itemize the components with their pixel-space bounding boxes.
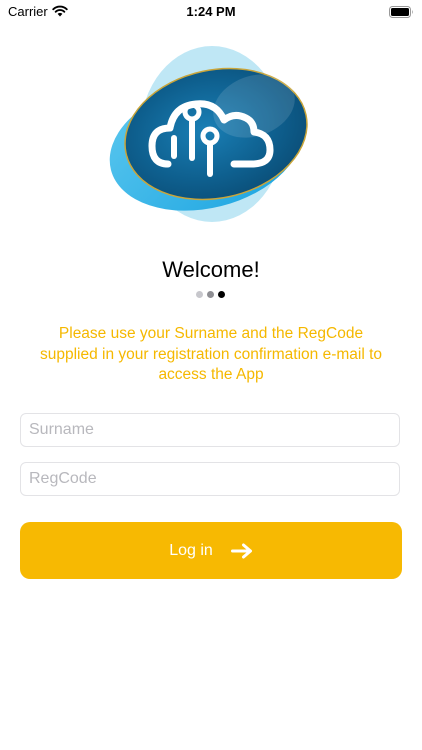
welcome-title: Welcome!	[162, 257, 260, 282]
login-button[interactable]: Log in	[20, 522, 402, 579]
page-dot-3-active[interactable]	[218, 291, 225, 298]
login-button-label: Log in	[169, 541, 213, 559]
cloud-circuit-icon	[109, 46, 308, 222]
regcode-input[interactable]	[20, 462, 400, 496]
app-logo	[104, 46, 314, 226]
page-dot-2[interactable]	[207, 291, 214, 298]
login-instructions: Please use your Surname and the RegCode …	[39, 325, 383, 383]
status-time: 1:24 PM	[186, 4, 236, 19]
surname-input[interactable]	[20, 413, 400, 447]
battery-icon	[389, 5, 414, 23]
arrow-right-icon	[230, 543, 253, 559]
page-dot-1[interactable]	[196, 291, 203, 298]
page-indicator[interactable]	[196, 291, 225, 298]
status-bar: Carrier 1:24 PM	[0, 0, 422, 24]
